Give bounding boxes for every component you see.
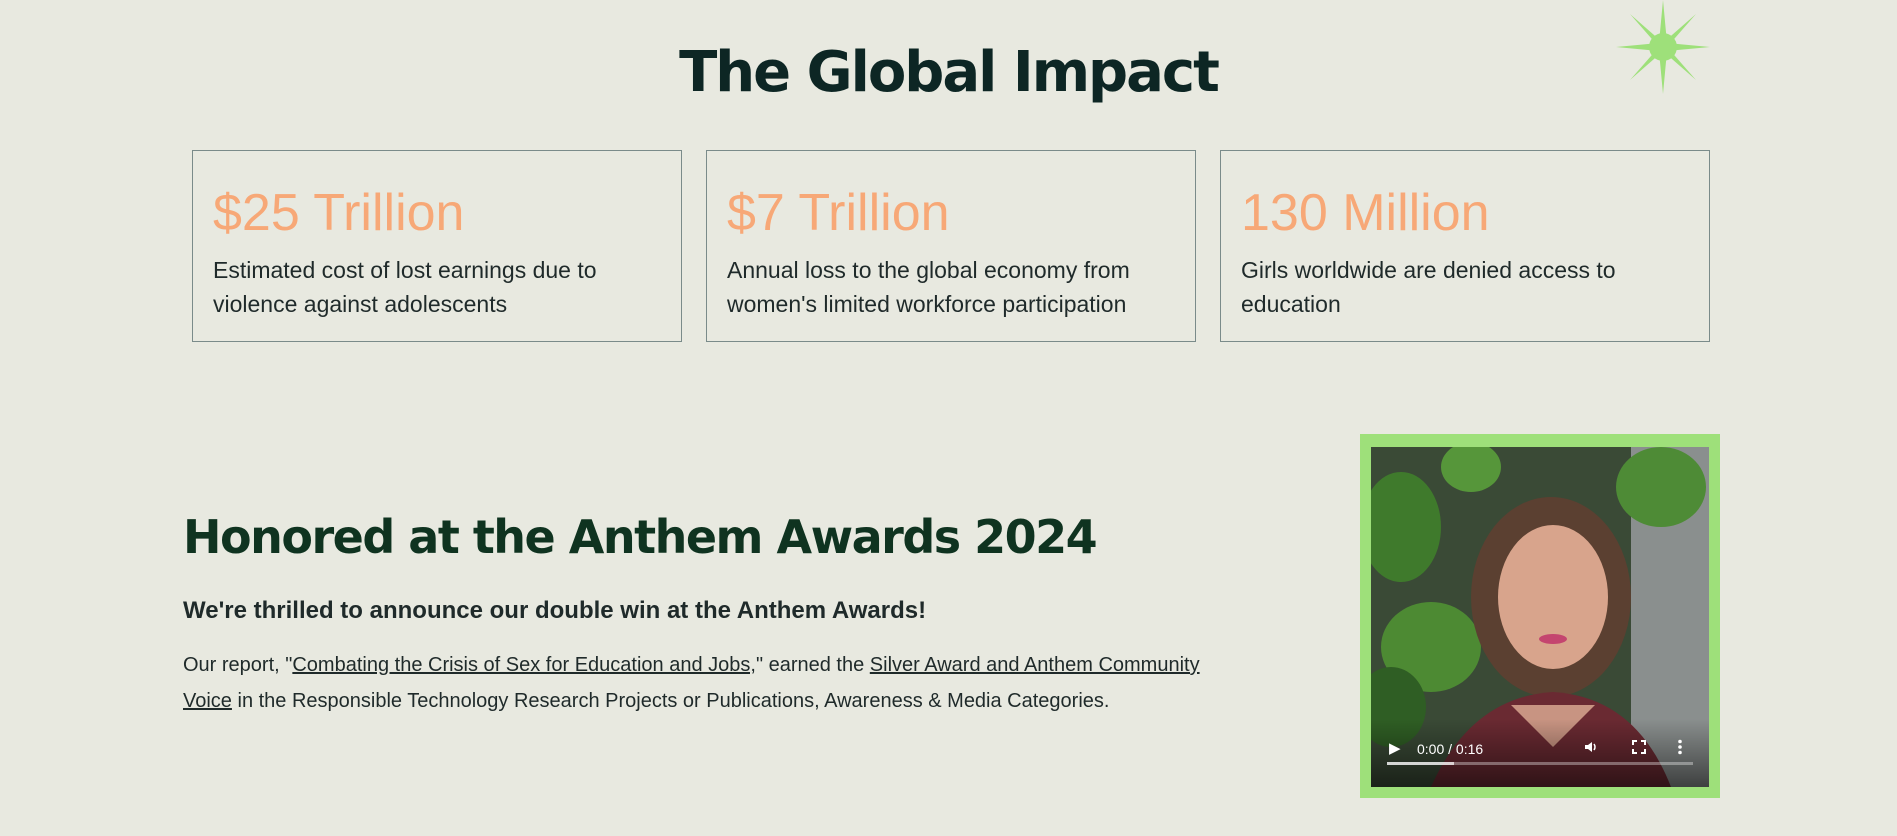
more-vert-icon[interactable] xyxy=(1677,739,1683,759)
awards-body: Our report, "Combating the Crisis of Sex… xyxy=(183,647,1243,719)
volume-icon[interactable] xyxy=(1583,739,1599,759)
video-frame: ▶ 0:00 / 0:16 xyxy=(1360,434,1720,798)
body-prefix: Our report, " xyxy=(183,654,293,676)
stat-description: Girls worldwide are denied access to edu… xyxy=(1241,257,1616,317)
stat-value: $7 Trillion xyxy=(727,184,950,242)
stat-description: Annual loss to the global economy from w… xyxy=(727,257,1130,317)
video-controls: ▶ 0:00 / 0:16 xyxy=(1371,719,1709,787)
fullscreen-icon[interactable] xyxy=(1631,739,1647,759)
stat-card: $25 Trillion Estimated cost of lost earn… xyxy=(192,150,682,342)
body-suffix: in the Responsible Technology Research P… xyxy=(231,690,1110,712)
stat-card: $7 Trillion Annual loss to the global ec… xyxy=(706,150,1196,342)
video-player[interactable]: ▶ 0:00 / 0:16 xyxy=(1371,447,1709,787)
stat-description: Estimated cost of lost earnings due to v… xyxy=(213,257,597,317)
video-time: 0:00 / 0:16 xyxy=(1417,741,1484,757)
video-buffered-fill xyxy=(1387,762,1455,765)
report-link[interactable]: Combating the Crisis of Sex for Educatio… xyxy=(292,654,756,676)
play-icon[interactable]: ▶ xyxy=(1389,739,1401,757)
body-middle: " earned the xyxy=(755,654,870,676)
video-progress-bar[interactable] xyxy=(1387,762,1693,765)
stat-value: $25 Trillion xyxy=(213,184,465,242)
awards-subtitle: We're thrilled to announce our double wi… xyxy=(183,597,927,624)
stats-row: $25 Trillion Estimated cost of lost earn… xyxy=(192,150,1710,342)
stat-card: 130 Million Girls worldwide are denied a… xyxy=(1220,150,1710,342)
awards-title: Honored at the Anthem Awards 2024 xyxy=(183,510,1098,564)
impact-title: The Global Impact xyxy=(679,40,1220,105)
stat-value: 130 Million xyxy=(1241,184,1490,242)
